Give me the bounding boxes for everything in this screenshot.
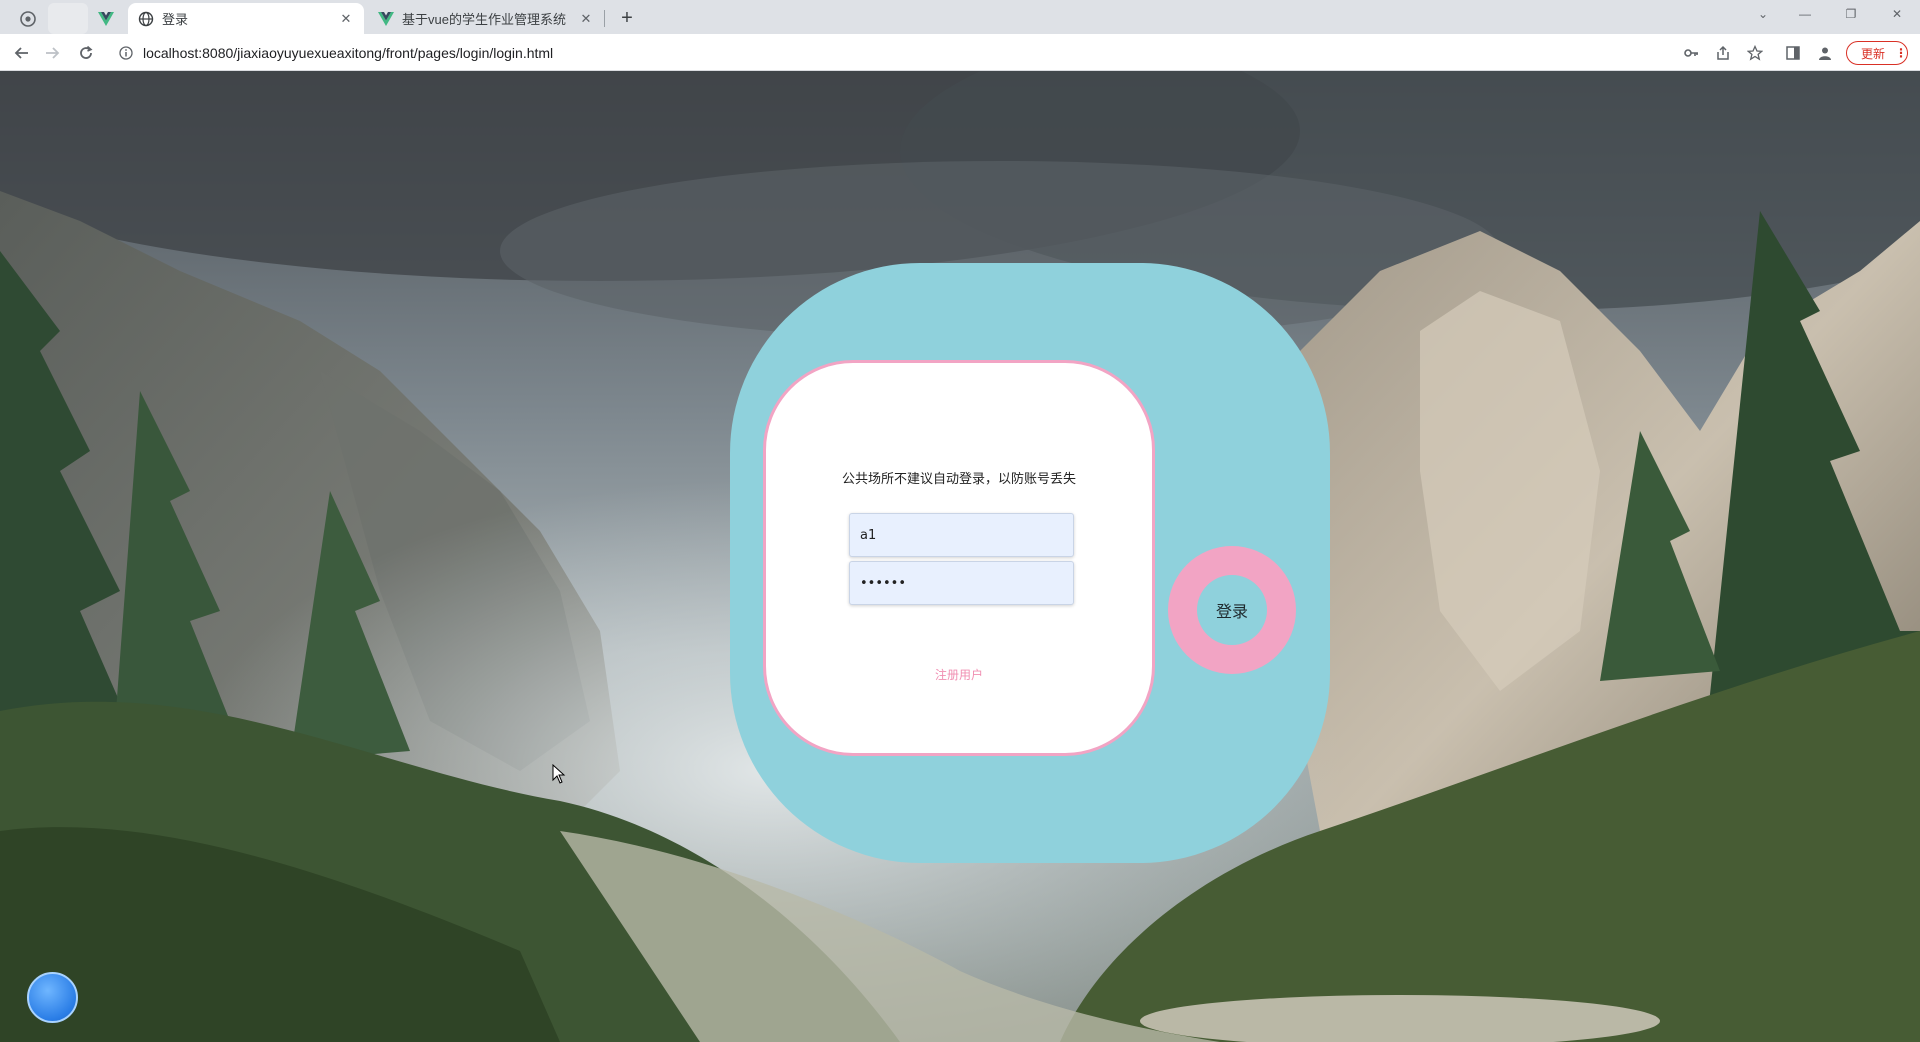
side-panel-icon[interactable] xyxy=(1782,42,1804,64)
tab-title: 登录 xyxy=(162,12,189,27)
login-notice: 公共场所不建议自动登录，以防账号丢失 xyxy=(841,471,1076,486)
reload-icon[interactable] xyxy=(72,39,100,67)
register-link[interactable]: 注册用户 xyxy=(766,666,1152,683)
new-tab-button[interactable]: + xyxy=(614,5,640,31)
close-window-icon[interactable]: ✕ xyxy=(1874,0,1920,28)
username-input[interactable]: a1 xyxy=(849,513,1074,557)
vue-icon xyxy=(98,11,114,26)
floating-ball-icon[interactable] xyxy=(27,972,78,1023)
update-button[interactable]: 更新 ⋮ xyxy=(1846,41,1908,65)
page-viewport: 公共场所不建议自动登录，以防账号丢失 a1 •••••• 注册用户 登录 xyxy=(0,71,1920,1042)
pinned-tab-vue[interactable] xyxy=(86,3,126,34)
pinned-tab[interactable] xyxy=(8,3,48,34)
minimize-icon[interactable]: — xyxy=(1782,0,1828,28)
tab-search-icon[interactable]: ⌄ xyxy=(1740,0,1786,28)
site-info-icon[interactable] xyxy=(118,45,134,61)
forward-icon[interactable] xyxy=(38,39,66,67)
tab-system[interactable]: 基于vue的学生作业管理系统 ✕ xyxy=(368,3,604,34)
bookmark-star-icon[interactable] xyxy=(1744,42,1766,64)
tab-divider xyxy=(604,10,605,27)
login-button[interactable]: 登录 xyxy=(1197,575,1267,645)
more-menu-icon[interactable]: ⋮ xyxy=(1895,46,1907,60)
login-panel: 公共场所不建议自动登录，以防账号丢失 a1 •••••• 注册用户 登录 xyxy=(730,263,1330,863)
maximize-icon[interactable]: ❐ xyxy=(1828,0,1874,28)
globe-icon xyxy=(138,11,154,27)
password-input[interactable]: •••••• xyxy=(849,561,1074,605)
share-icon[interactable] xyxy=(1712,42,1734,64)
browser-toolbar: localhost:8080/jiaxiaoyuyuexueaxitong/fr… xyxy=(0,34,1920,71)
update-label: 更新 xyxy=(1861,46,1886,61)
login-button-ring: 登录 xyxy=(1168,546,1296,674)
profile-icon[interactable] xyxy=(1814,42,1836,64)
url-text: localhost:8080/jiaxiaoyuyuexueaxitong/fr… xyxy=(143,44,554,61)
vue-icon xyxy=(378,11,394,27)
mouse-cursor-icon xyxy=(552,764,566,784)
tab-login[interactable]: 登录 ✕ xyxy=(128,3,364,34)
login-form-card: 公共场所不建议自动登录，以防账号丢失 a1 •••••• 注册用户 xyxy=(763,360,1155,756)
address-bar[interactable]: localhost:8080/jiaxiaoyuyuexueaxitong/fr… xyxy=(108,37,1688,68)
browser-tab-strip: 登录 ✕ 基于vue的学生作业管理系统 ✕ + ⌄ — ❐ ✕ xyxy=(0,0,1920,34)
tab-title: 基于vue的学生作业管理系统 xyxy=(402,12,566,27)
close-tab-icon[interactable]: ✕ xyxy=(578,11,594,27)
back-icon[interactable] xyxy=(8,39,36,67)
close-tab-icon[interactable]: ✕ xyxy=(338,11,354,27)
chrome-icon xyxy=(20,10,36,27)
pinned-tab-blank[interactable] xyxy=(48,3,88,34)
key-icon[interactable] xyxy=(1680,42,1702,64)
